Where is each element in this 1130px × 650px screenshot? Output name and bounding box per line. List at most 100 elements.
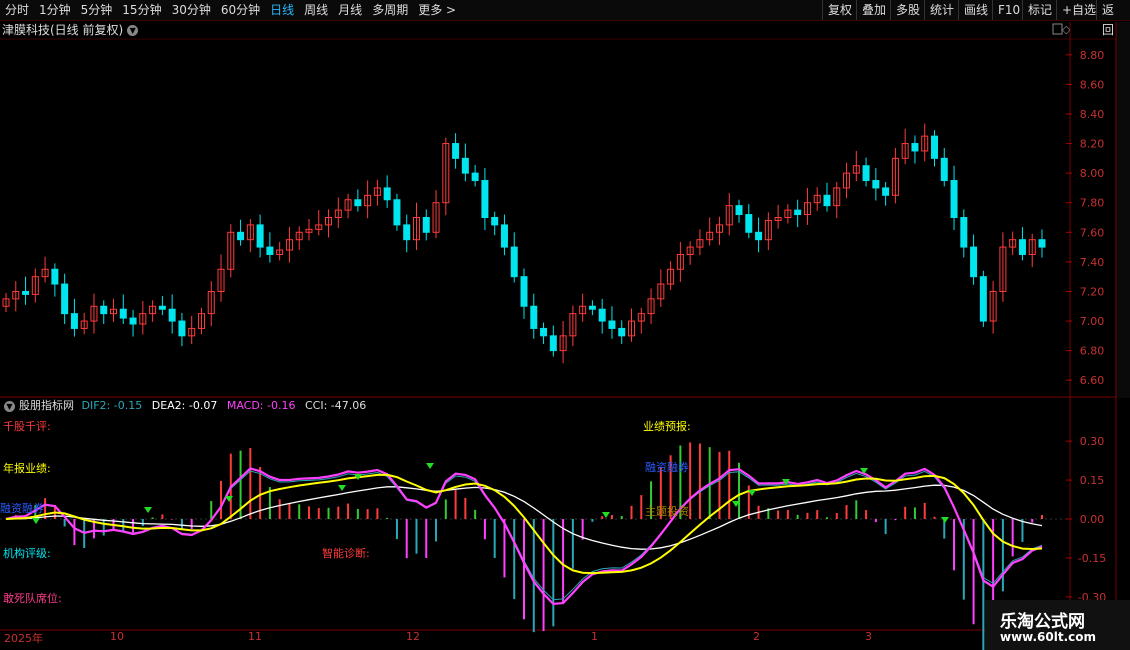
candle-body-24 [237, 231, 245, 241]
cci-value: CCI: -47.06 [304, 399, 367, 412]
label-rongzi: 融资融券 [0, 502, 44, 515]
candle-body-49 [481, 180, 489, 218]
label-gansi: 敢死队席位: [3, 592, 62, 605]
candle-body-7 [70, 313, 78, 329]
settings-icon: ◇ [1062, 23, 1071, 36]
candle-body-2 [22, 290, 30, 295]
x-label-1: 10 [110, 630, 124, 643]
candle-body-10 [100, 305, 108, 315]
label-nianbao: 年报业绩: [3, 462, 51, 475]
price-tick-label-4: 8.00 [1080, 167, 1105, 180]
candle-body-93 [911, 143, 919, 152]
price-tick-label-1: 8.60 [1080, 78, 1105, 91]
candle-body-26 [256, 224, 264, 248]
candle-body-84 [823, 194, 831, 207]
label-zhuli: 主题投资: [645, 505, 693, 518]
candle-body-6 [61, 283, 69, 315]
label-rongzi-2: 融资融券 [645, 461, 689, 474]
indicator-name: 股朋指标网 [19, 399, 74, 412]
green-arrow-icon-0 [32, 518, 40, 524]
candle-body-55 [540, 327, 548, 337]
price-tick-label-2: 8.40 [1080, 108, 1105, 121]
candle-body-52 [510, 246, 518, 278]
candle-body-5 [51, 268, 59, 285]
label-yejiyubao: 业绩预报: [643, 420, 691, 433]
price-tick-label-7: 7.40 [1080, 256, 1105, 269]
green-arrow-icon-1 [144, 507, 152, 513]
candle-body-96 [940, 157, 948, 182]
watermark-title: 乐淘公式网 [1000, 612, 1085, 632]
candle-body-95 [930, 135, 938, 159]
price-tick-label-5: 7.80 [1080, 197, 1105, 210]
candle-body-81 [794, 209, 802, 216]
candle-body-53 [520, 276, 528, 307]
candle-body-98 [960, 217, 968, 248]
candle-body-47 [461, 157, 469, 174]
candle-body-13 [129, 317, 137, 325]
candle-body-99 [970, 246, 978, 278]
x-label-6: 3 [865, 630, 872, 643]
dif2-value: DIF2: -0.15 [81, 399, 143, 412]
ind-tick-label-2: 0.00 [1080, 513, 1105, 526]
price-tick-label-10: 6.80 [1080, 345, 1105, 358]
dea2-value: DEA2: -0.07 [151, 399, 218, 412]
candle-body-40 [393, 199, 401, 226]
price-tick-label-8: 7.20 [1080, 285, 1105, 298]
maximize-icon [1052, 23, 1063, 35]
ind-tick-label-1: 0.15 [1080, 474, 1105, 487]
label-zhineng: 智能诊断: [322, 547, 370, 560]
candle-body-88 [862, 165, 870, 182]
indicator-header: ▼ 股朋指标网 DIF2: -0.15 DEA2: -0.07 MACD: -0.… [4, 398, 366, 414]
candle-body-16 [158, 305, 166, 310]
candle-body-63 [618, 327, 626, 337]
candle-body-100 [979, 276, 987, 322]
candle-body-12 [119, 308, 127, 319]
green-arrow-icon-5 [426, 463, 434, 469]
candle-body-41 [403, 224, 411, 241]
price-tick-label-3: 8.20 [1080, 138, 1105, 151]
label-qiangu: 千股千评: [3, 420, 51, 433]
candle-body-60 [588, 305, 596, 310]
candle-body-43 [422, 217, 430, 233]
candle-body-54 [530, 305, 538, 329]
x-label-3: 12 [406, 630, 420, 643]
candle-body-56 [549, 335, 557, 352]
candle-body-97 [950, 180, 958, 218]
candle-body-104 [1018, 239, 1026, 255]
candle-body-77 [755, 231, 763, 241]
chart-canvas[interactable]: 8.80 8.60 8.40 8.20 8.00 7.80 7.60 7.40 7.20 7.00… [0, 0, 1130, 650]
green-arrow-icon-3 [338, 485, 346, 491]
candle-body-90 [882, 187, 890, 196]
ind-tick-label-0: 0.30 [1080, 435, 1105, 448]
candle-body-27 [266, 246, 274, 255]
candle-body-75 [735, 205, 743, 216]
watermark-url: www.60lt.com [1000, 630, 1097, 644]
green-arrow-icon-2 [225, 496, 233, 502]
indicator-chevron-icon[interactable]: ▼ [4, 400, 15, 412]
candle-body-48 [471, 172, 479, 182]
candle-body-62 [608, 320, 616, 329]
candle-body-106 [1038, 239, 1046, 248]
x-label-2: 11 [248, 630, 262, 643]
x-label-5: 2 [753, 630, 760, 643]
green-arrow-icon-6 [602, 512, 610, 518]
x-label-0: 2025年 [4, 632, 43, 645]
candle-body-76 [745, 214, 753, 233]
candle-body-51 [500, 224, 508, 248]
label-jigou: 机构评级: [3, 547, 51, 560]
ind-tick-label-3: -0.15 [1078, 552, 1106, 565]
candle-body-39 [383, 187, 391, 201]
green-arrow-icon-11 [941, 517, 949, 523]
candle-body-46 [452, 143, 460, 159]
candle-body-89 [872, 180, 880, 189]
candle-body-17 [168, 308, 176, 322]
price-tick-label-0: 8.80 [1080, 49, 1105, 62]
price-tick-label-11: 6.60 [1080, 374, 1105, 387]
price-tick-label-6: 7.60 [1080, 226, 1105, 239]
price-tick-label-9: 7.00 [1080, 315, 1105, 328]
candle-body-36 [354, 199, 362, 207]
x-label-4: 1 [591, 630, 598, 643]
candle-body-50 [491, 217, 499, 226]
candle-body-18 [178, 320, 186, 337]
candle-body-61 [598, 308, 606, 322]
